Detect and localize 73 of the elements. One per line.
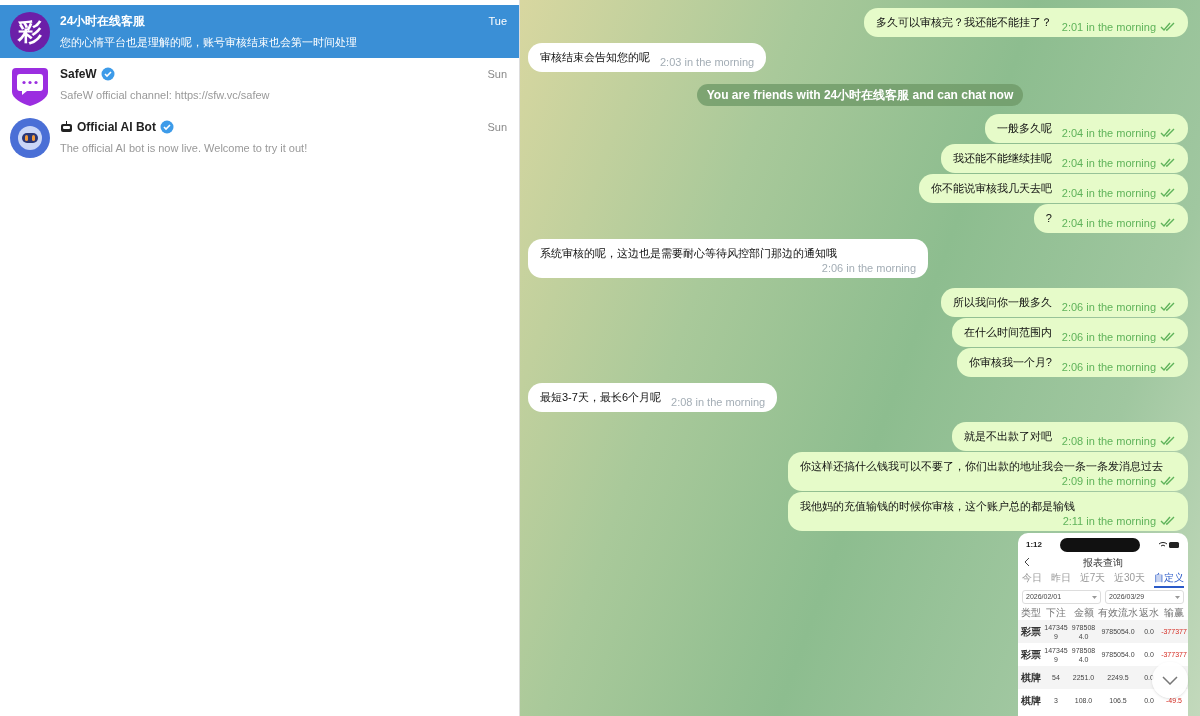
message-text: 系统审核的呢，这边也是需要耐心等待风控部门那边的通知哦 xyxy=(540,246,837,261)
message-text: 最短3-7天，最长6个月呢 xyxy=(540,390,662,405)
chat-time: Tue xyxy=(488,14,507,29)
double-check-icon xyxy=(1160,332,1176,342)
double-check-icon xyxy=(1160,516,1176,526)
message-text: ? xyxy=(1045,211,1052,226)
double-check-icon xyxy=(1160,218,1176,228)
double-check-icon xyxy=(1160,188,1176,198)
message-text: 你不能说审核我几天去吧 xyxy=(930,181,1052,196)
chat-time: Sun xyxy=(487,120,507,135)
message-text: 就是不出款了对吧 xyxy=(963,429,1052,444)
message-text: 我他妈的充值输钱的时候你审核，这个账户总的都是输钱 xyxy=(800,499,1075,514)
chat-list-item[interactable]: 彩 24小时在线客服 Tue 您的心情平台也是理解的呢，账号审核结束也会第一时间处理 xyxy=(0,5,519,58)
double-check-icon xyxy=(1160,302,1176,312)
double-check-icon xyxy=(1160,158,1176,168)
message-text: 所以我问你一般多久 xyxy=(952,295,1052,310)
message-time: 2:03 in the morning xyxy=(660,55,755,69)
message-time: 2:06 in the morning xyxy=(1061,330,1156,344)
double-check-icon xyxy=(1160,476,1176,486)
back-icon[interactable] xyxy=(1024,558,1030,566)
message-time: 2:04 in the morning xyxy=(1061,186,1156,200)
table-cell: 棋牌 xyxy=(1020,673,1042,682)
chat-name: SafeW xyxy=(60,66,97,84)
column-header: 金额 xyxy=(1072,606,1095,620)
verified-icon xyxy=(159,120,174,135)
message-time: 2:06 in the morning xyxy=(1061,300,1156,314)
message-time: 2:04 in the morning xyxy=(1061,156,1156,170)
message-time: 2:01 in the morning xyxy=(1061,20,1156,34)
message-time: 2:11 in the morning xyxy=(1062,514,1156,528)
status-time: 1:12 xyxy=(1026,539,1042,551)
table-cell: 棋牌 xyxy=(1020,696,1042,705)
verified-icon xyxy=(100,67,115,82)
double-check-icon xyxy=(1160,436,1176,446)
message-text: 审核结束会告知您的呢 xyxy=(540,50,650,65)
message-text: 你这样还搞什么钱我可以不要了，你们出款的地址我会一条一条发消息过去 xyxy=(800,459,1163,474)
chat-preview: 您的心情平台也是理解的呢，账号审核结束也会第一时间处理 xyxy=(60,35,358,51)
screenshot-bubble[interactable] xyxy=(1018,533,1188,716)
screen-title: 报表查询 xyxy=(1082,555,1124,570)
message-time: 2:09 in the morning xyxy=(1061,474,1156,488)
double-check-icon xyxy=(1160,22,1176,32)
column-header: 返水 xyxy=(1139,606,1159,620)
column-header: 有效流水 xyxy=(1098,606,1138,620)
message-time: 2:08 in the morning xyxy=(1061,434,1156,448)
message-time: 2:06 in the morning xyxy=(1061,360,1156,374)
chat-preview: SafeW official channel: https://sfw.vc/safew xyxy=(60,88,271,104)
table-cell: 彩票 xyxy=(1020,627,1042,636)
double-check-icon xyxy=(1160,128,1176,138)
message-time: 2:08 in the morning xyxy=(671,395,766,409)
message-time: 2:06 in the morning xyxy=(821,261,916,275)
caret-icon xyxy=(1092,595,1097,599)
robot-avatar-icon xyxy=(10,117,50,158)
service-notice: You are friends with 24小时在线客服 and can chat now xyxy=(696,84,1024,106)
chat-preview: The official AI bot is now live. Welcome to try it out! xyxy=(60,141,309,157)
column-header: 类型 xyxy=(1020,606,1042,620)
column-header: 下注 xyxy=(1045,606,1067,620)
column-header: 输赢 xyxy=(1163,606,1185,620)
chat-avatar: 彩 xyxy=(10,11,50,52)
message-text: 我还能不能继续挂呢 xyxy=(952,151,1052,166)
message-text: 多久可以审核完？我还能不能挂了？ xyxy=(875,15,1052,30)
table-cell: 彩票 xyxy=(1020,650,1042,659)
message-time: 2:04 in the morning xyxy=(1061,216,1156,230)
chevron-down-icon xyxy=(1162,675,1178,685)
message-time: 2:04 in the morning xyxy=(1061,126,1156,140)
chat-name: 24小时在线客服 xyxy=(60,13,146,31)
message-text: 你审核我一个月? xyxy=(968,355,1052,370)
double-check-icon xyxy=(1160,362,1176,372)
chat-time: Sun xyxy=(487,67,507,82)
wifi-battery-icon xyxy=(1158,541,1180,549)
message-text: 在什么时间范围内 xyxy=(963,325,1052,340)
caret-icon xyxy=(1175,595,1180,599)
message-text: 一般多久呢 xyxy=(996,121,1052,136)
period-tab[interactable]: 自定义 xyxy=(1154,571,1184,588)
chat-name: Official AI Bot xyxy=(77,119,156,137)
